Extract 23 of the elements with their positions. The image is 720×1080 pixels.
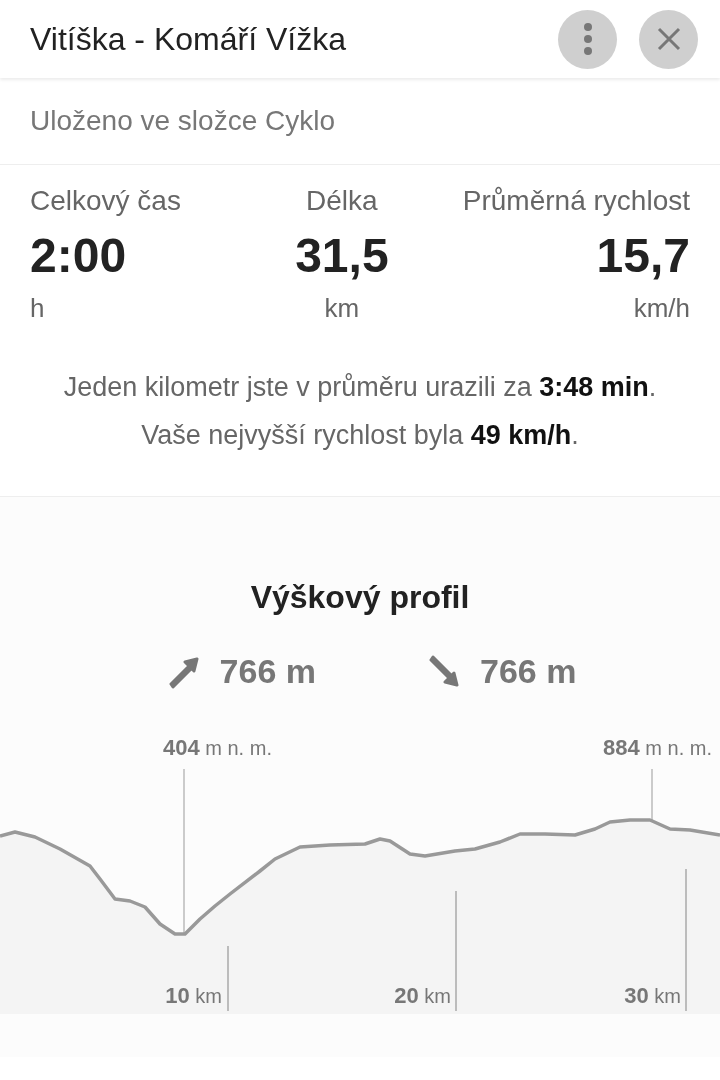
distance-label: 30 km (624, 983, 681, 1009)
stat-label: Celkový čas (30, 185, 181, 218)
min-elevation-label: 404 m n. m. (163, 735, 272, 761)
stat-value: 31,5 (295, 228, 389, 284)
descent-value: 766 m (480, 652, 577, 691)
stat-unit: km (324, 293, 360, 324)
summary-text: Jeden kilometr jste v průměru urazili za 3:48 min. (62, 371, 658, 404)
more-icon (581, 22, 594, 56)
close-icon (656, 27, 681, 51)
max-elevation-label: 884 m n. m. (603, 735, 712, 761)
route-title: Vitíška - Komáří Vížka (30, 20, 347, 58)
distance-label: 10 km (165, 983, 222, 1009)
stat-unit: h (30, 293, 46, 324)
profile-title: Výškový profil (249, 578, 471, 616)
ascent-value: 766 m (219, 652, 316, 691)
stat-value: 2:00 (30, 228, 128, 284)
distance-label: 20 km (394, 983, 451, 1009)
stat-label: Průměrná rychlost (462, 185, 690, 218)
stat-label: Délka (306, 185, 378, 218)
stat-unit: km/h (633, 293, 690, 324)
summary-text: Vaše nejvyšší rychlost byla 49 km/h. (140, 419, 580, 452)
stat-value: 15,7 (596, 228, 690, 284)
folder-label: Uloženo ve složce Cyklo (0, 78, 720, 165)
